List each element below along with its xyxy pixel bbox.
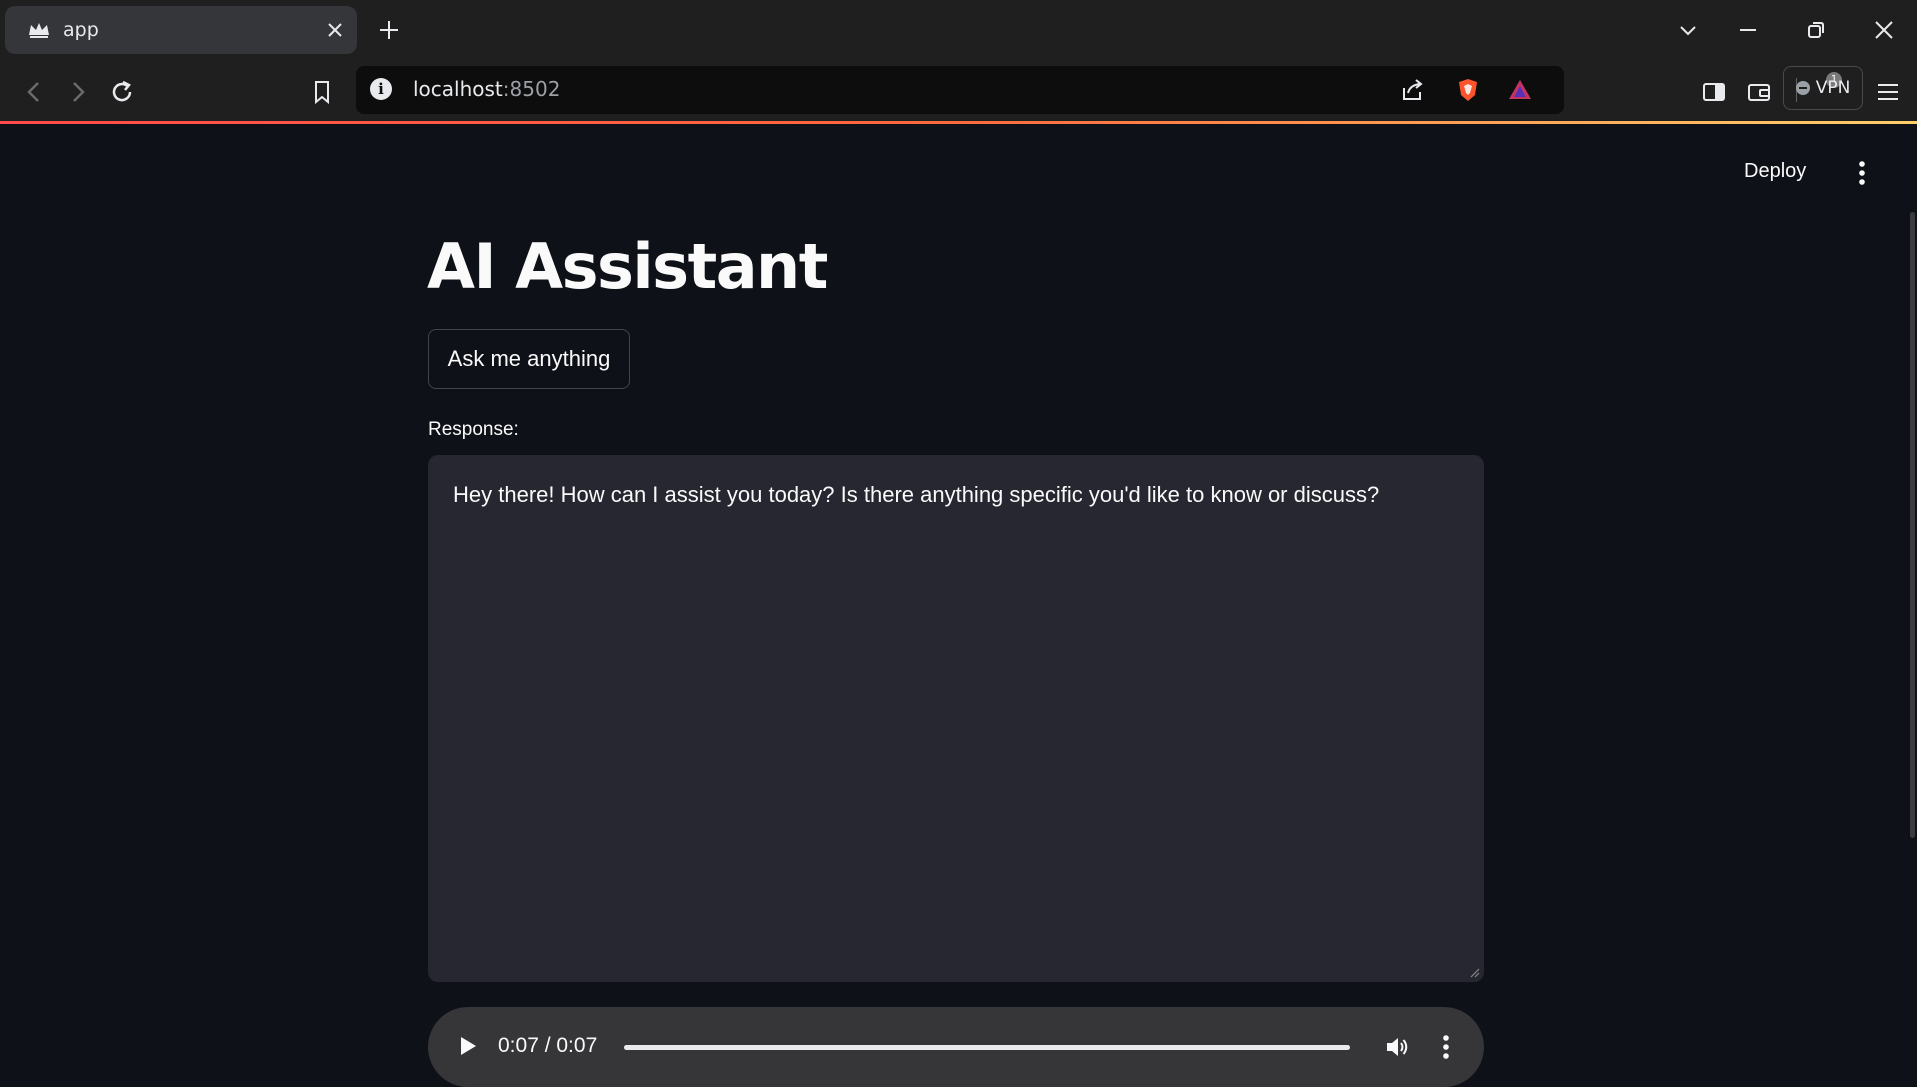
brave-shields-icon[interactable] [1454, 76, 1482, 104]
new-tab-icon[interactable] [377, 18, 401, 42]
site-info-icon[interactable]: i [370, 78, 392, 100]
reload-icon[interactable] [108, 78, 136, 106]
deploy-button[interactable]: Deploy [1744, 160, 1806, 183]
close-icon[interactable] [325, 20, 345, 40]
brave-rewards-icon[interactable] [1506, 76, 1534, 104]
browser-menu-icon[interactable] [1874, 78, 1902, 106]
page-title: AI Assistant [427, 230, 828, 303]
audio-progress-slider[interactable] [624, 1045, 1350, 1050]
vpn-status-icon [1795, 81, 1810, 95]
address-bar[interactable]: i localhost:8502 1 [356, 66, 1842, 114]
bookmark-icon[interactable] [308, 78, 336, 106]
page-scrollbar[interactable] [1910, 212, 1915, 838]
wallet-icon[interactable] [1745, 78, 1773, 106]
tab-title: app [63, 19, 99, 41]
restore-icon[interactable] [1804, 18, 1828, 42]
main-menu-icon[interactable] [1858, 160, 1866, 186]
browser-tab[interactable]: app [5, 6, 357, 54]
play-icon[interactable] [458, 1035, 478, 1057]
audio-progress-fill [624, 1045, 1350, 1050]
browser-toolbar: i localhost:8502 1 VPN [0, 60, 1917, 122]
minimize-icon[interactable] [1736, 18, 1760, 42]
volume-icon[interactable] [1383, 1033, 1411, 1061]
resize-handle-icon[interactable] [1470, 968, 1480, 978]
browser-tab-strip: app [0, 0, 1917, 60]
vpn-label: VPN [1815, 78, 1851, 98]
ask-button[interactable]: Ask me anything [428, 329, 630, 389]
tab-search-chevron-icon[interactable] [1676, 18, 1700, 42]
response-label: Response: [428, 419, 519, 440]
audio-time-display: 0:07 / 0:07 [498, 1034, 598, 1057]
app-viewport: Deploy AI Assistant Ask me anything Resp… [0, 124, 1917, 1087]
forward-icon[interactable] [64, 78, 92, 106]
sidebar-toggle-icon[interactable] [1700, 78, 1728, 106]
response-textarea[interactable]: Hey there! How can I assist you today? I… [428, 455, 1484, 982]
share-icon[interactable] [1398, 76, 1426, 104]
url-text[interactable]: localhost:8502 [413, 77, 560, 101]
audio-more-options-icon[interactable] [1442, 1033, 1450, 1061]
back-icon[interactable] [20, 78, 48, 106]
vpn-button[interactable]: VPN [1783, 66, 1863, 110]
close-window-icon[interactable] [1872, 18, 1896, 42]
audio-player: 0:07 / 0:07 [428, 1007, 1484, 1087]
streamlit-crown-icon [29, 23, 49, 38]
